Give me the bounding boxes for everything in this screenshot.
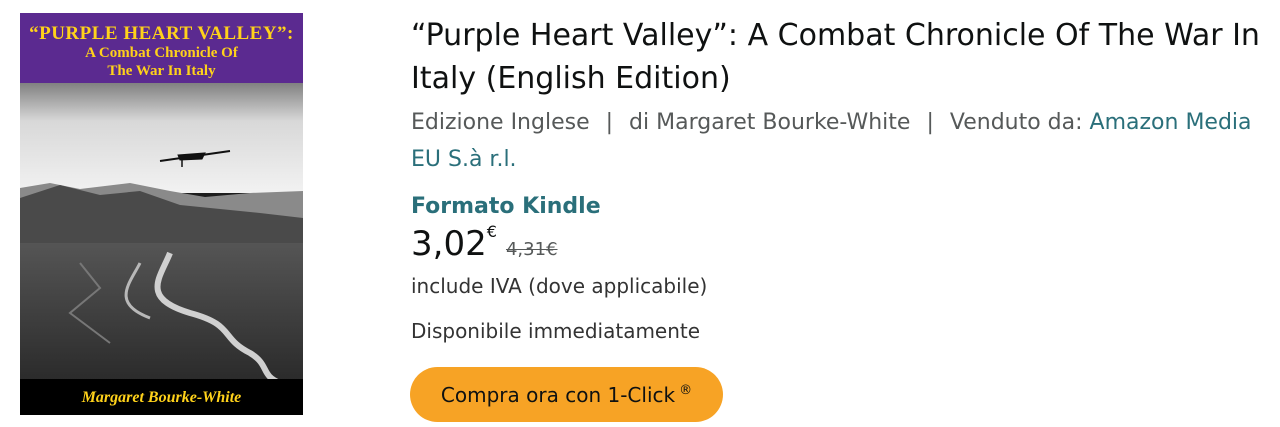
current-price: 3,02€ (411, 221, 497, 264)
registered-mark: ® (679, 383, 693, 398)
cover-author: Margaret Bourke-White (81, 389, 242, 406)
vat-note: include IVA (dove applicabile) (411, 274, 708, 298)
seller-label: Venduto da: (949, 110, 1083, 135)
price-value: 3,02 (411, 224, 487, 264)
product-info: “Purple Heart Valley”: A Combat Chronicl… (411, 14, 1261, 345)
cover-title-line-3: The War In Italy (107, 63, 216, 79)
cover-title-line-2: A Combat Chronicle Of (85, 45, 238, 61)
price-row: 3,02€ 4,31€ (411, 221, 1261, 268)
cover-title: “PURPLE HEART VALLEY”: A Combat Chronicl… (20, 23, 303, 80)
price-currency: € (486, 221, 497, 241)
byline-separator: | (605, 110, 614, 135)
edition-label: Edizione Inglese (411, 110, 590, 135)
author-label: di Margaret Bourke-White (629, 110, 911, 135)
list-price: 4,31€ (505, 239, 558, 260)
product-title[interactable]: “Purple Heart Valley”: A Combat Chronicl… (411, 14, 1261, 100)
book-cover[interactable]: “PURPLE HEART VALLEY”: A Combat Chronicl… (20, 13, 303, 415)
byline-separator: | (926, 110, 934, 135)
format-label[interactable]: Formato Kindle (411, 192, 1261, 222)
cover-title-line-1: “PURPLE HEART VALLEY”: (29, 23, 294, 44)
product-byline: Edizione Inglese | di Margaret Bourke-Whit… (411, 104, 1261, 178)
buy-now-one-click-button[interactable]: Compra ora con 1-Click ® (410, 367, 723, 422)
buy-button-label: Compra ora con 1-Click (440, 382, 676, 407)
availability-status: Disponibile immediatamente (411, 319, 701, 343)
